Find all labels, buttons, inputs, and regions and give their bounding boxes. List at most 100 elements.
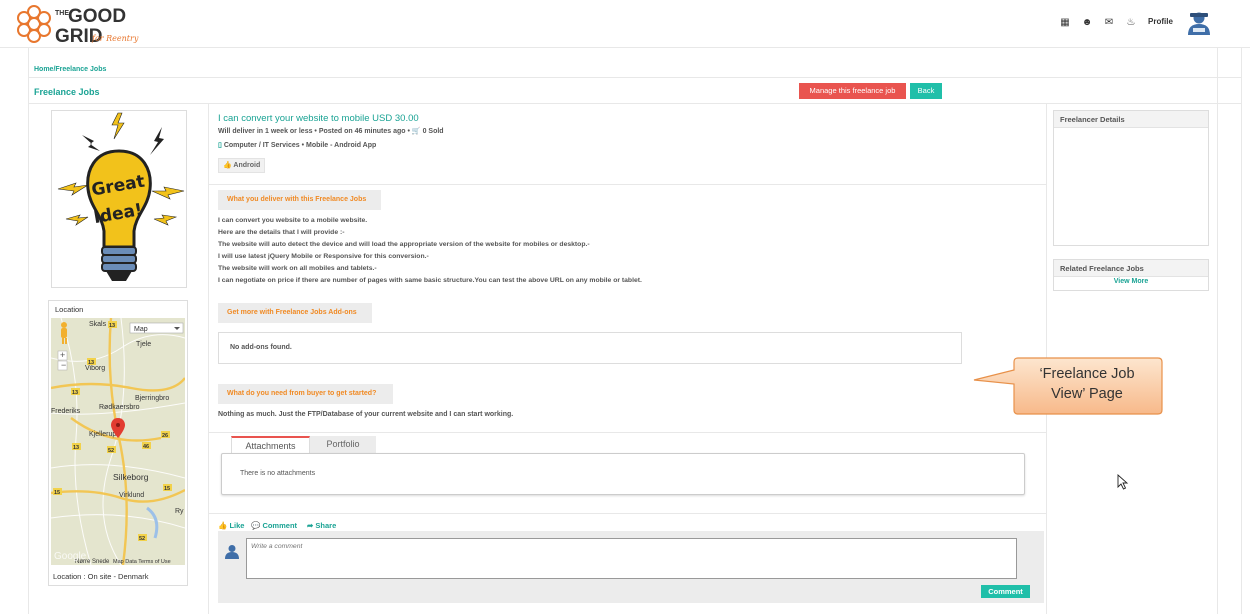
title-divider [28,103,1242,104]
comment-input[interactable] [246,538,1017,579]
addons-section-header: Get more with Freelance Jobs Add-ons [218,303,372,323]
left-frame-line [28,48,29,614]
bolt-right-top [150,127,164,155]
deliver-line: I will use latest jQuery Mobile or Respo… [218,253,429,260]
page-title: Freelance Jobs [34,87,100,97]
related-jobs-panel: Related Freelance Jobs [1053,259,1209,291]
map-footer: Map Data Terms of Use [113,559,171,565]
map-place: Rødkaersbro [99,404,140,411]
job-meta-text: Will deliver in 1 week or less • Posted … [218,128,410,135]
tabs-section-divider [209,432,1046,433]
share-button[interactable]: ➦ Share [307,521,336,530]
back-button[interactable]: Back [910,83,942,99]
road-label: 15 [54,490,60,496]
map-place: Viborg [85,365,105,372]
bell-icon[interactable]: ♨ [1125,17,1137,29]
user-avatar[interactable] [1186,9,1212,35]
share-label: Share [315,521,337,530]
road-label: 46 [143,444,149,450]
road-label: 13 [88,360,94,366]
road-label: 13 [73,445,79,451]
manage-job-button[interactable]: Manage this freelance job [799,83,906,99]
deliver-section-header: What you deliver with this Freelance Job… [218,190,381,210]
mouse-cursor-icon [1117,473,1129,490]
logo-tagline: for Reentry [91,34,139,43]
deliver-line: I can negotiate on price if there are nu… [218,277,642,284]
speech-bubble-icon: 💬 [251,521,261,530]
apps-grid-icon[interactable]: ▦ [1059,17,1071,29]
logo-flower-mark [17,5,51,43]
attachments-empty-text: There is no attachments [240,470,316,477]
addons-box [218,332,962,364]
bolt-right [151,186,185,200]
map-place: Virklund [119,492,144,499]
freelancer-details-title: Freelancer Details [1054,111,1208,128]
envelope-icon[interactable]: ✉ [1103,17,1115,29]
job-image: Great Idea! [51,110,187,288]
bolt-right-low [153,214,178,226]
breadcrumb[interactable]: Home/Freelance Jobs [34,66,106,73]
right-frame-line [1217,48,1218,614]
deliver-line: I can convert you website to a mobile we… [218,217,368,224]
location-map[interactable]: Skals Tjele Viborg Bjerringbro Frederiks… [51,318,185,565]
cart-icon: 🛒 [411,128,421,135]
breadcrumb-divider [28,77,1242,78]
freelancer-details-panel: Freelancer Details [1053,110,1209,246]
commenter-avatar [224,543,240,559]
header-section-divider [209,184,1046,185]
profile-link[interactable]: Profile [1148,17,1173,26]
sold-count: 0 Sold [422,128,444,135]
related-jobs-title: Related Freelance Jobs [1054,260,1208,277]
requirements-text: Nothing as much. Just the FTP/Database o… [218,411,514,418]
svg-text:−: − [61,360,66,370]
good-grid-logo[interactable]: THE GOOD GRID for Reentry [14,3,144,47]
callout-line: ‘Freelance Job [1039,366,1135,382]
map-place: Frederiks [51,408,81,415]
view-more-link[interactable]: View More [1053,278,1209,285]
road-label: 15 [164,486,170,492]
job-categories: ▯ Computer / IT Services • Mobile - Andr… [218,141,376,149]
tag-label: Android [233,162,261,169]
location-label: Location [55,305,84,314]
location-text: Location : On site - Denmark [53,572,149,581]
callout-line: View’ Page [1051,386,1123,402]
like-label: Like [229,521,245,530]
road-label: 52 [108,448,114,454]
road-label: 26 [162,433,168,439]
requirements-section-header: What do you need from buyer to get start… [218,384,393,404]
comment-submit-button[interactable]: Comment [981,585,1030,598]
road-label: 13 [72,390,78,396]
map-place: Bjerringbro [135,395,169,402]
thumbs-up-icon: 👍 [218,521,228,530]
road-label: 52 [139,536,145,542]
social-section-divider [209,513,1046,514]
map-place: Skals [89,321,107,328]
category-text: Computer / IT Services • Mobile - Androi… [223,142,377,149]
job-title: I can convert your website to mobile USD… [218,113,419,124]
mobile-icon: ▯ [218,142,222,149]
attachments-panel [221,453,1025,495]
logo-good: GOOD [68,6,126,27]
tab-attachments[interactable]: Attachments [231,436,310,453]
like-button[interactable]: 👍 Like [218,521,244,530]
bolt-left [57,182,89,196]
map-place: Silkeborg [113,472,149,482]
deliver-line: The website will work on all mobiles and… [218,265,377,272]
map-watermark: Google [54,551,87,562]
zoom-controls: + − [57,350,68,371]
addons-empty-text: No add-ons found. [230,344,292,351]
callout-text: ‘Freelance Job View’ Page [1016,364,1158,404]
comment-label: Comment [262,521,298,530]
deliver-line: The website will auto detect the device … [218,241,590,248]
far-right-frame-line [1241,48,1242,614]
users-icon[interactable]: ☻ [1081,17,1093,29]
bolt-left-low [65,214,89,226]
deliver-line: Here are the details that I will provide… [218,229,345,236]
tab-portfolio[interactable]: Portfolio [310,436,376,453]
bolt-left-top [82,135,100,151]
center-left-divider [208,104,209,614]
comment-link[interactable]: 💬 Comment [251,521,297,530]
map-place: Ry [175,508,184,515]
tag-badge[interactable]: 👍 Android [218,158,266,173]
road-label: 13 [109,323,115,329]
